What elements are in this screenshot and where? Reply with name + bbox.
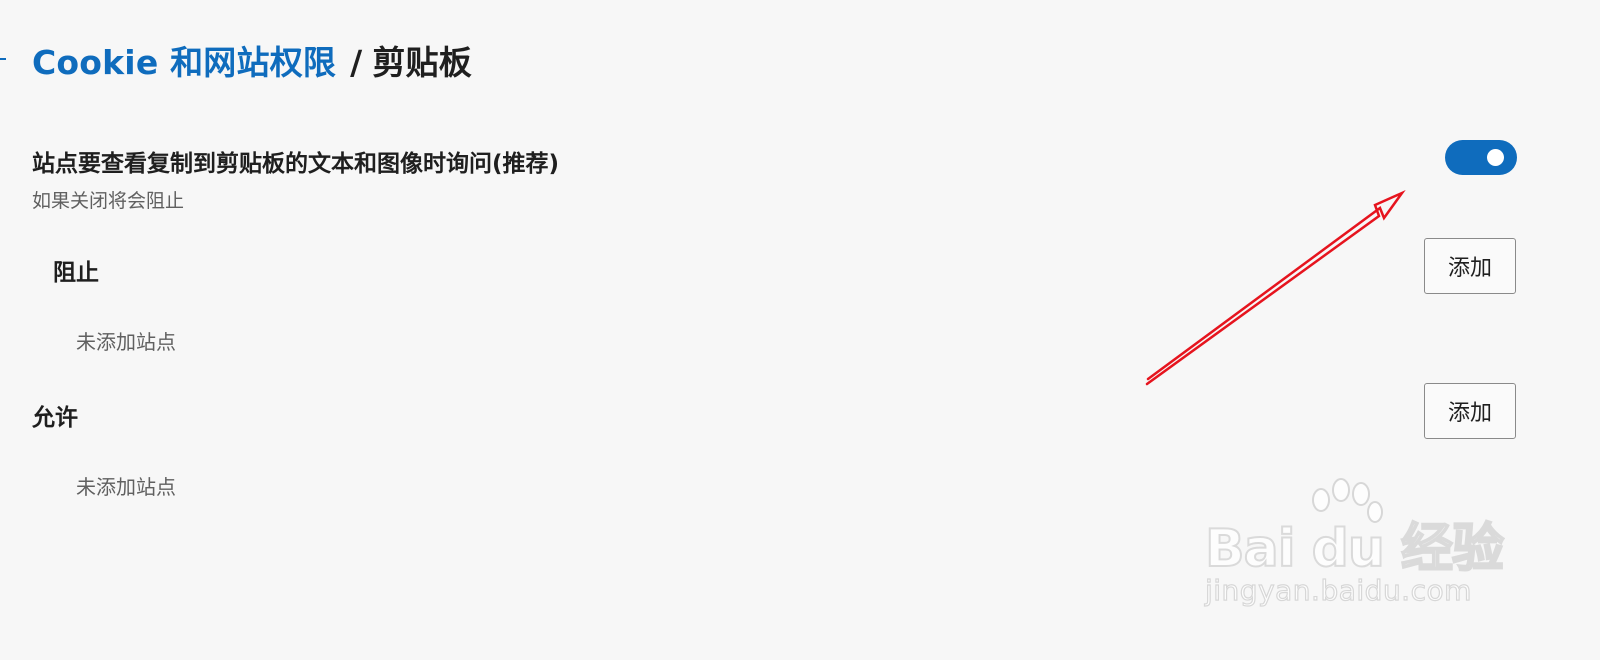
toggle-knob — [1487, 149, 1504, 166]
breadcrumb-cookies-link[interactable]: Cookie 和网站权限 — [32, 36, 336, 84]
breadcrumb-current: 剪贴板 — [372, 43, 472, 82]
baidu-jingyan-watermark: Bai du 经验 jingyan.baidu.com — [1204, 478, 1505, 618]
watermark-url: jingyan.baidu.com — [1204, 573, 1472, 607]
block-add-button[interactable]: 添加 — [1424, 238, 1516, 294]
clipboard-ask-setting: 站点要查看复制到剪贴板的文本和图像时询问(推荐) 如果关闭将会阻止 — [32, 140, 1520, 220]
clipboard-ask-toggle[interactable] — [1445, 140, 1517, 175]
breadcrumb-separator: / — [350, 43, 363, 82]
block-empty-text: 未添加站点 — [76, 330, 176, 354]
allow-section-heading: 允许 — [32, 405, 78, 431]
watermark-logo: Bai du 经验 — [1204, 518, 1505, 580]
block-section-heading: 阻止 — [53, 260, 99, 286]
allow-add-button[interactable]: 添加 — [1424, 383, 1516, 439]
allow-empty-text: 未添加站点 — [76, 475, 176, 499]
setting-description: 如果关闭将会阻止 — [32, 190, 185, 212]
setting-title: 站点要查看复制到剪贴板的文本和图像时询问(推荐) — [32, 151, 560, 177]
left-edge-indicator — [0, 58, 6, 60]
page-title: Cookie 和网站权限 / 剪贴板 — [32, 36, 472, 84]
